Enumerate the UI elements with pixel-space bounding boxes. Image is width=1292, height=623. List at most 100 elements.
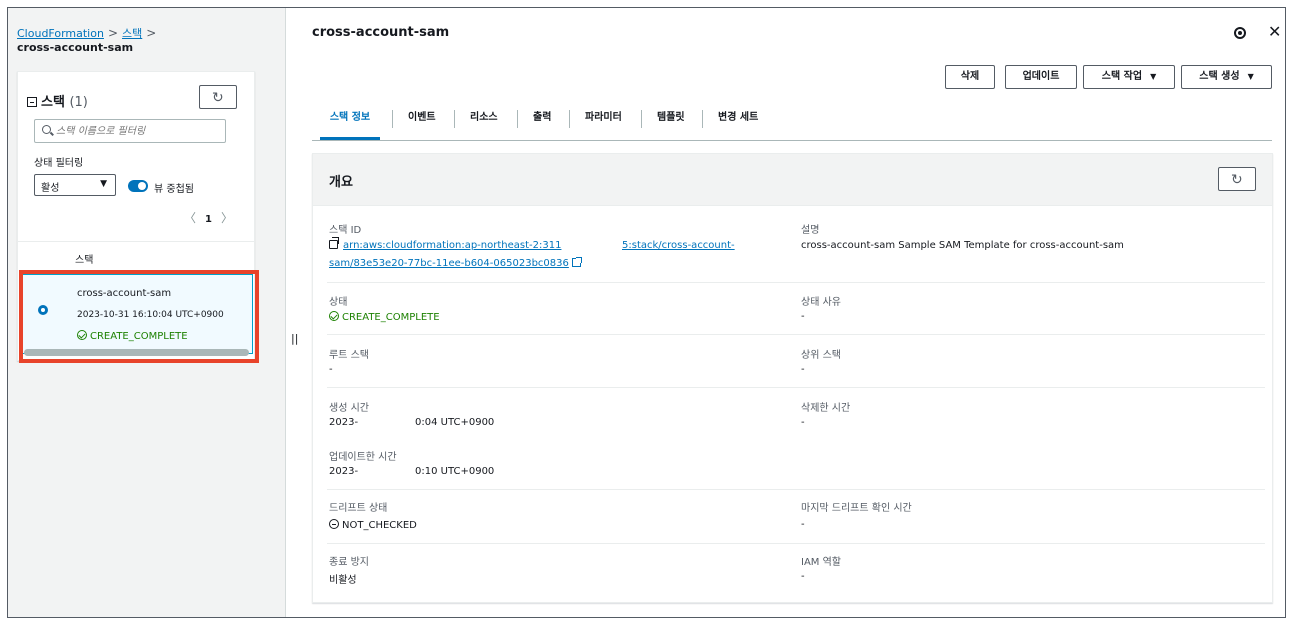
prev-page-icon[interactable]: 〈 (184, 211, 196, 225)
caret-down-icon: ▼ (1247, 72, 1254, 81)
update-button[interactable]: 업데이트 (1005, 65, 1077, 89)
updated-time-label: 업데이트한 시간 (329, 452, 397, 463)
refresh-icon: ↻ (1231, 172, 1243, 188)
stack-actions-label: 스택 작업 (1101, 71, 1143, 82)
deleted-time-label: 삭제한 시간 (801, 403, 851, 414)
section-divider (327, 387, 1265, 388)
annotation-highlight-box (19, 270, 259, 363)
nested-view-toggle[interactable] (128, 180, 148, 192)
description-label: 설명 (801, 225, 820, 236)
chevron-right-icon: > (146, 26, 157, 40)
caret-down-icon: ▼ (100, 179, 107, 189)
section-divider (327, 543, 1265, 544)
last-drift-check-label: 마지막 드리프트 확인 시간 (801, 503, 912, 514)
external-link-icon[interactable] (571, 257, 582, 267)
next-page-icon[interactable]: 〉 (221, 211, 233, 225)
stack-list-panel: CloudFormation > 스택 > cross-account-sam 스택 … (8, 8, 286, 617)
overview-title: 개요 (329, 175, 353, 190)
stack-list-refresh-button[interactable]: ↻ (199, 85, 237, 109)
root-stack-label: 루트 스택 (329, 350, 369, 361)
tab-parameters[interactable]: 파라미터 (585, 107, 622, 140)
tab-separator (517, 110, 518, 128)
status-value-text: CREATE_COMPLETE (342, 312, 440, 323)
tab-stack-info[interactable]: 스택 정보 (320, 107, 380, 140)
termination-protection-value: 비활성 (329, 575, 357, 586)
copy-icon[interactable] (329, 237, 339, 249)
stack-column-header-label: 스택 (75, 255, 94, 266)
create-stack-label: 스택 생성 (1199, 71, 1240, 82)
created-time-label: 생성 시간 (329, 403, 369, 414)
section-divider (327, 282, 1265, 283)
panel-resize-handle[interactable]: || (291, 332, 298, 345)
stack-id-link-part1[interactable]: arn:aws:cloudformation:ap-northeast-2:31… (343, 240, 561, 251)
tab-separator (392, 110, 393, 128)
drift-status-value: NOT_CHECKED (329, 519, 417, 531)
refresh-icon: ↻ (212, 90, 224, 106)
caret-down-icon: ▼ (1150, 72, 1157, 81)
stack-id-link-part3[interactable]: sam/83e53e20-77bc-11ee-b604-065023bc0836 (329, 258, 569, 269)
tab-separator (702, 110, 703, 128)
stack-actions-button[interactable]: 스택 작업 ▼ (1083, 65, 1175, 89)
created-time-value-start: 2023- (329, 417, 359, 428)
status-filter-label: 상태 필터링 (34, 158, 84, 169)
parent-stack-label: 상위 스택 (801, 350, 841, 361)
tab-separator (569, 110, 570, 128)
overview-header: 개요 ↻ (313, 154, 1272, 206)
gear-icon[interactable] (1234, 27, 1246, 39)
stack-id-link-part2[interactable]: 5:stack/cross-account- (622, 240, 735, 251)
create-stack-button[interactable]: 스택 생성 ▼ (1181, 65, 1272, 89)
created-time-value-end: 0:04 UTC+0900 (415, 417, 495, 428)
breadcrumb: CloudFormation > 스택 > (17, 25, 160, 41)
root-stack-value: - (329, 364, 333, 375)
stack-id-line2: sam/83e53e20-77bc-11ee-b604-065023bc0836 (329, 257, 582, 269)
page-title: cross-account-sam (312, 25, 450, 40)
pagination: 〈 1 〉 (184, 209, 233, 226)
updated-time-value-end: 0:10 UTC+0900 (415, 466, 495, 477)
updated-time-value-start: 2023- (329, 466, 359, 477)
close-icon[interactable]: ✕ (1268, 22, 1281, 41)
section-divider (327, 334, 1265, 335)
tab-separator (454, 110, 455, 128)
tab-resources[interactable]: 리소스 (470, 107, 498, 140)
iam-role-value: - (801, 571, 805, 582)
minus-circle-icon (329, 519, 339, 529)
stack-list-title-text: 스택 (41, 95, 65, 110)
drift-status-label: 드리프트 상태 (329, 503, 388, 514)
parent-stack-value: - (801, 364, 805, 375)
status-filter-select[interactable]: 활성 ▼ (34, 174, 116, 196)
tab-events[interactable]: 이벤트 (408, 107, 436, 140)
tab-separator (641, 110, 642, 128)
section-divider (327, 489, 1265, 490)
breadcrumb-current: cross-account-sam (17, 41, 134, 54)
detail-tabs: 스택 정보 이벤트 리소스 출력 파라미터 템플릿 변경 세트 (312, 107, 1272, 141)
stack-search-box[interactable] (34, 119, 226, 143)
deleted-time-value: - (801, 417, 805, 428)
status-reason-label: 상태 사유 (801, 297, 841, 308)
status-label: 상태 (329, 297, 348, 308)
status-reason-value: - (801, 311, 805, 322)
collapse-icon[interactable] (27, 97, 37, 107)
chevron-right-icon: > (107, 26, 119, 40)
overview-refresh-button[interactable]: ↻ (1218, 167, 1256, 191)
current-page[interactable]: 1 (205, 214, 212, 225)
delete-button[interactable]: 삭제 (945, 65, 995, 89)
breadcrumb-cloudformation-link[interactable]: CloudFormation (17, 27, 104, 40)
stack-column-header: 스택 (18, 241, 254, 271)
drift-status-text: NOT_CHECKED (342, 520, 417, 531)
nested-view-label: 뷰 중첩됨 (154, 184, 194, 195)
status-value: CREATE_COMPLETE (329, 311, 440, 323)
breadcrumb-stacks-link[interactable]: 스택 (122, 27, 142, 40)
iam-role-label: IAM 역할 (801, 557, 841, 568)
search-icon (42, 125, 51, 134)
tab-change-sets[interactable]: 변경 세트 (718, 107, 758, 140)
overview-panel: 개요 ↻ 스택 ID arn:aws:cloudformation:ap-nor… (312, 153, 1273, 603)
tab-outputs[interactable]: 출력 (533, 107, 551, 140)
check-circle-icon (329, 311, 339, 321)
tab-template[interactable]: 템플릿 (657, 107, 685, 140)
stack-count: (1) (69, 95, 88, 110)
description-value: cross-account-sam Sample SAM Template fo… (801, 240, 1124, 251)
termination-protection-label: 종료 방지 (329, 557, 369, 568)
stack-search-input[interactable] (56, 123, 222, 139)
last-drift-check-value: - (801, 519, 805, 530)
stack-list-title[interactable]: 스택 (1) (27, 91, 88, 110)
